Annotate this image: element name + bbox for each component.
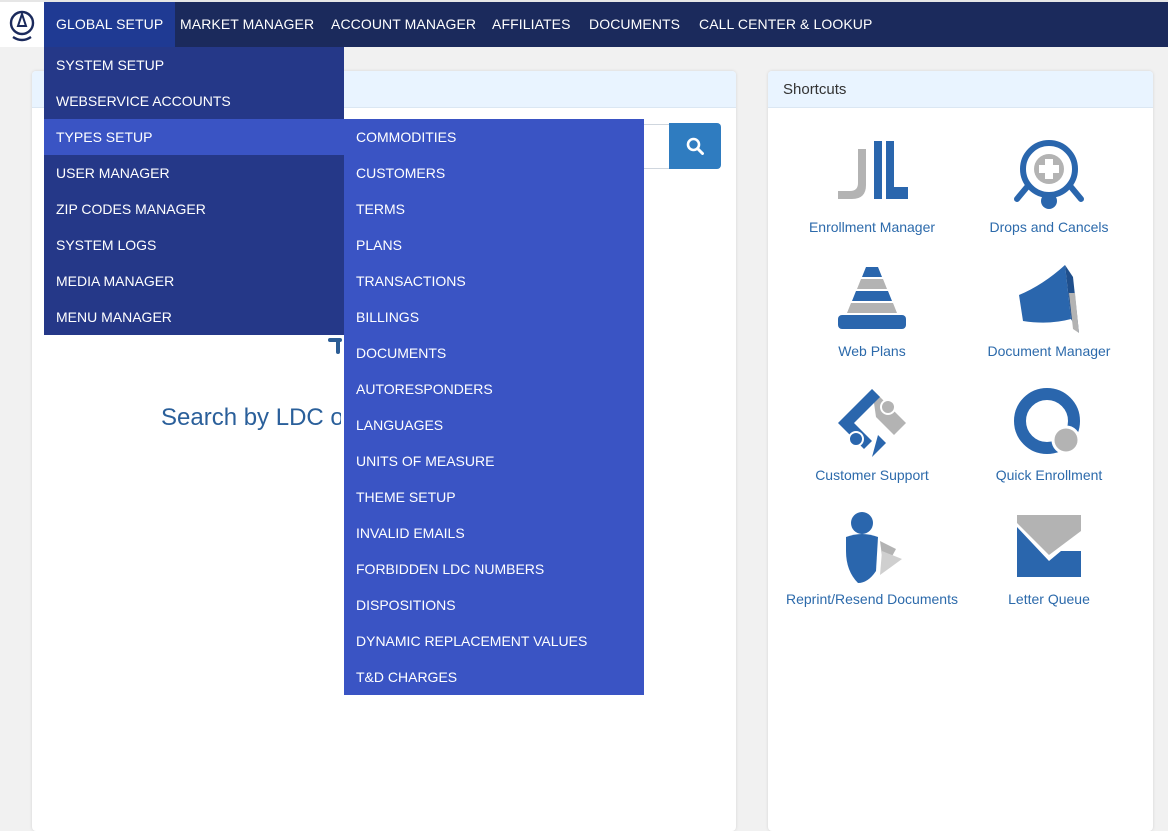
- nav-affiliates[interactable]: AFFILIATES: [480, 2, 583, 47]
- submenu-item-documents[interactable]: DOCUMENTS: [344, 335, 644, 371]
- submenu-item-autoresponders[interactable]: AUTORESPONDERS: [344, 371, 644, 407]
- shortcut-label: Quick Enrollment: [995, 467, 1103, 483]
- shortcut-document-manager[interactable]: Document Manager: [959, 263, 1139, 359]
- drops-and-cancels-icon: [1014, 140, 1084, 209]
- app-logo[interactable]: [0, 2, 44, 47]
- submenu-item-units-of-measure[interactable]: UNITS OF MEASURE: [344, 443, 644, 479]
- submenu-item-billings[interactable]: BILLINGS: [344, 299, 644, 335]
- types-setup-submenu: COMMODITIES CUSTOMERS TERMS PLANS TRANSA…: [344, 119, 644, 695]
- quick-enrollment-icon: [1014, 388, 1081, 455]
- shortcut-drops-and-cancels[interactable]: Drops and Cancels: [959, 139, 1139, 235]
- submenu-item-transactions[interactable]: TRANSACTIONS: [344, 263, 644, 299]
- submenu-item-invalid-emails[interactable]: INVALID EMAILS: [344, 515, 644, 551]
- shortcut-customer-support[interactable]: Customer Support: [782, 387, 962, 483]
- shortcut-label: Drops and Cancels: [989, 219, 1109, 235]
- menu-item-webservice-accounts[interactable]: WEBSERVICE ACCOUNTS: [44, 83, 344, 119]
- submenu-item-customers[interactable]: CUSTOMERS: [344, 155, 644, 191]
- menu-item-types-setup[interactable]: TYPES SETUP: [44, 119, 344, 155]
- nav-market-manager[interactable]: MARKET MANAGER: [168, 2, 326, 47]
- submenu-item-dispositions[interactable]: DISPOSITIONS: [344, 587, 644, 623]
- search-heading: Search by LDC o: [161, 404, 341, 431]
- reprint-resend-icon: [846, 512, 902, 583]
- shortcut-label: Web Plans: [838, 343, 906, 359]
- shortcut-web-plans[interactable]: Web Plans: [782, 263, 962, 359]
- submenu-item-languages[interactable]: LANGUAGES: [344, 407, 644, 443]
- search-button[interactable]: [669, 123, 721, 169]
- submenu-item-terms[interactable]: TERMS: [344, 191, 644, 227]
- menu-item-user-manager[interactable]: USER MANAGER: [44, 155, 344, 191]
- search-icon: [686, 137, 704, 155]
- shortcut-label: Enrollment Manager: [808, 219, 936, 235]
- submenu-item-forbidden-ldc-numbers[interactable]: FORBIDDEN LDC NUMBERS: [344, 551, 644, 587]
- menu-item-menu-manager[interactable]: MENU MANAGER: [44, 299, 344, 335]
- shortcut-quick-enrollment[interactable]: Quick Enrollment: [959, 387, 1139, 483]
- main-navbar: GLOBAL SETUP MARKET MANAGER ACCOUNT MANA…: [0, 2, 1168, 47]
- menu-item-system-setup[interactable]: SYSTEM SETUP: [44, 47, 344, 83]
- shortcut-label: Reprint/Resend Documents: [786, 591, 958, 607]
- submenu-item-td-charges[interactable]: T&D CHARGES: [344, 659, 644, 695]
- shortcut-label: Letter Queue: [1008, 591, 1090, 607]
- shortcut-letter-queue[interactable]: Letter Queue: [959, 511, 1139, 607]
- nav-call-center-lookup[interactable]: CALL CENTER & LOOKUP: [687, 2, 884, 47]
- menu-item-zip-codes-manager[interactable]: ZIP CODES MANAGER: [44, 191, 344, 227]
- submenu-item-commodities[interactable]: COMMODITIES: [344, 119, 644, 155]
- document-manager-icon: [1019, 265, 1079, 333]
- shortcut-reprint-resend-documents[interactable]: Reprint/Resend Documents: [782, 511, 962, 607]
- submenu-item-dynamic-replacement-values[interactable]: DYNAMIC REPLACEMENT VALUES: [344, 623, 644, 659]
- nav-documents[interactable]: DOCUMENTS: [577, 2, 692, 47]
- letter-queue-icon: [1017, 515, 1081, 577]
- logo-icon: [9, 10, 35, 42]
- shortcuts-panel: Shortcuts Enrollment Manager Drops and C…: [768, 71, 1153, 831]
- shortcut-enrollment-manager[interactable]: Enrollment Manager: [782, 139, 962, 235]
- submenu-item-plans[interactable]: PLANS: [344, 227, 644, 263]
- customer-support-icon: [838, 389, 906, 457]
- shortcuts-title: Shortcuts: [768, 71, 1153, 108]
- web-plans-icon: [838, 267, 906, 329]
- global-setup-dropdown: SYSTEM SETUP WEBSERVICE ACCOUNTS TYPES S…: [44, 47, 344, 335]
- menu-item-media-manager[interactable]: MEDIA MANAGER: [44, 263, 344, 299]
- menu-item-system-logs[interactable]: SYSTEM LOGS: [44, 227, 344, 263]
- enrollment-manager-icon: [838, 141, 908, 199]
- nav-account-manager[interactable]: ACCOUNT MANAGER: [319, 2, 488, 47]
- shortcut-label: Document Manager: [987, 343, 1111, 359]
- shortcut-label: Customer Support: [815, 467, 929, 483]
- submenu-item-theme-setup[interactable]: THEME SETUP: [344, 479, 644, 515]
- nav-global-setup[interactable]: GLOBAL SETUP: [44, 2, 176, 47]
- partial-icon: [328, 338, 342, 354]
